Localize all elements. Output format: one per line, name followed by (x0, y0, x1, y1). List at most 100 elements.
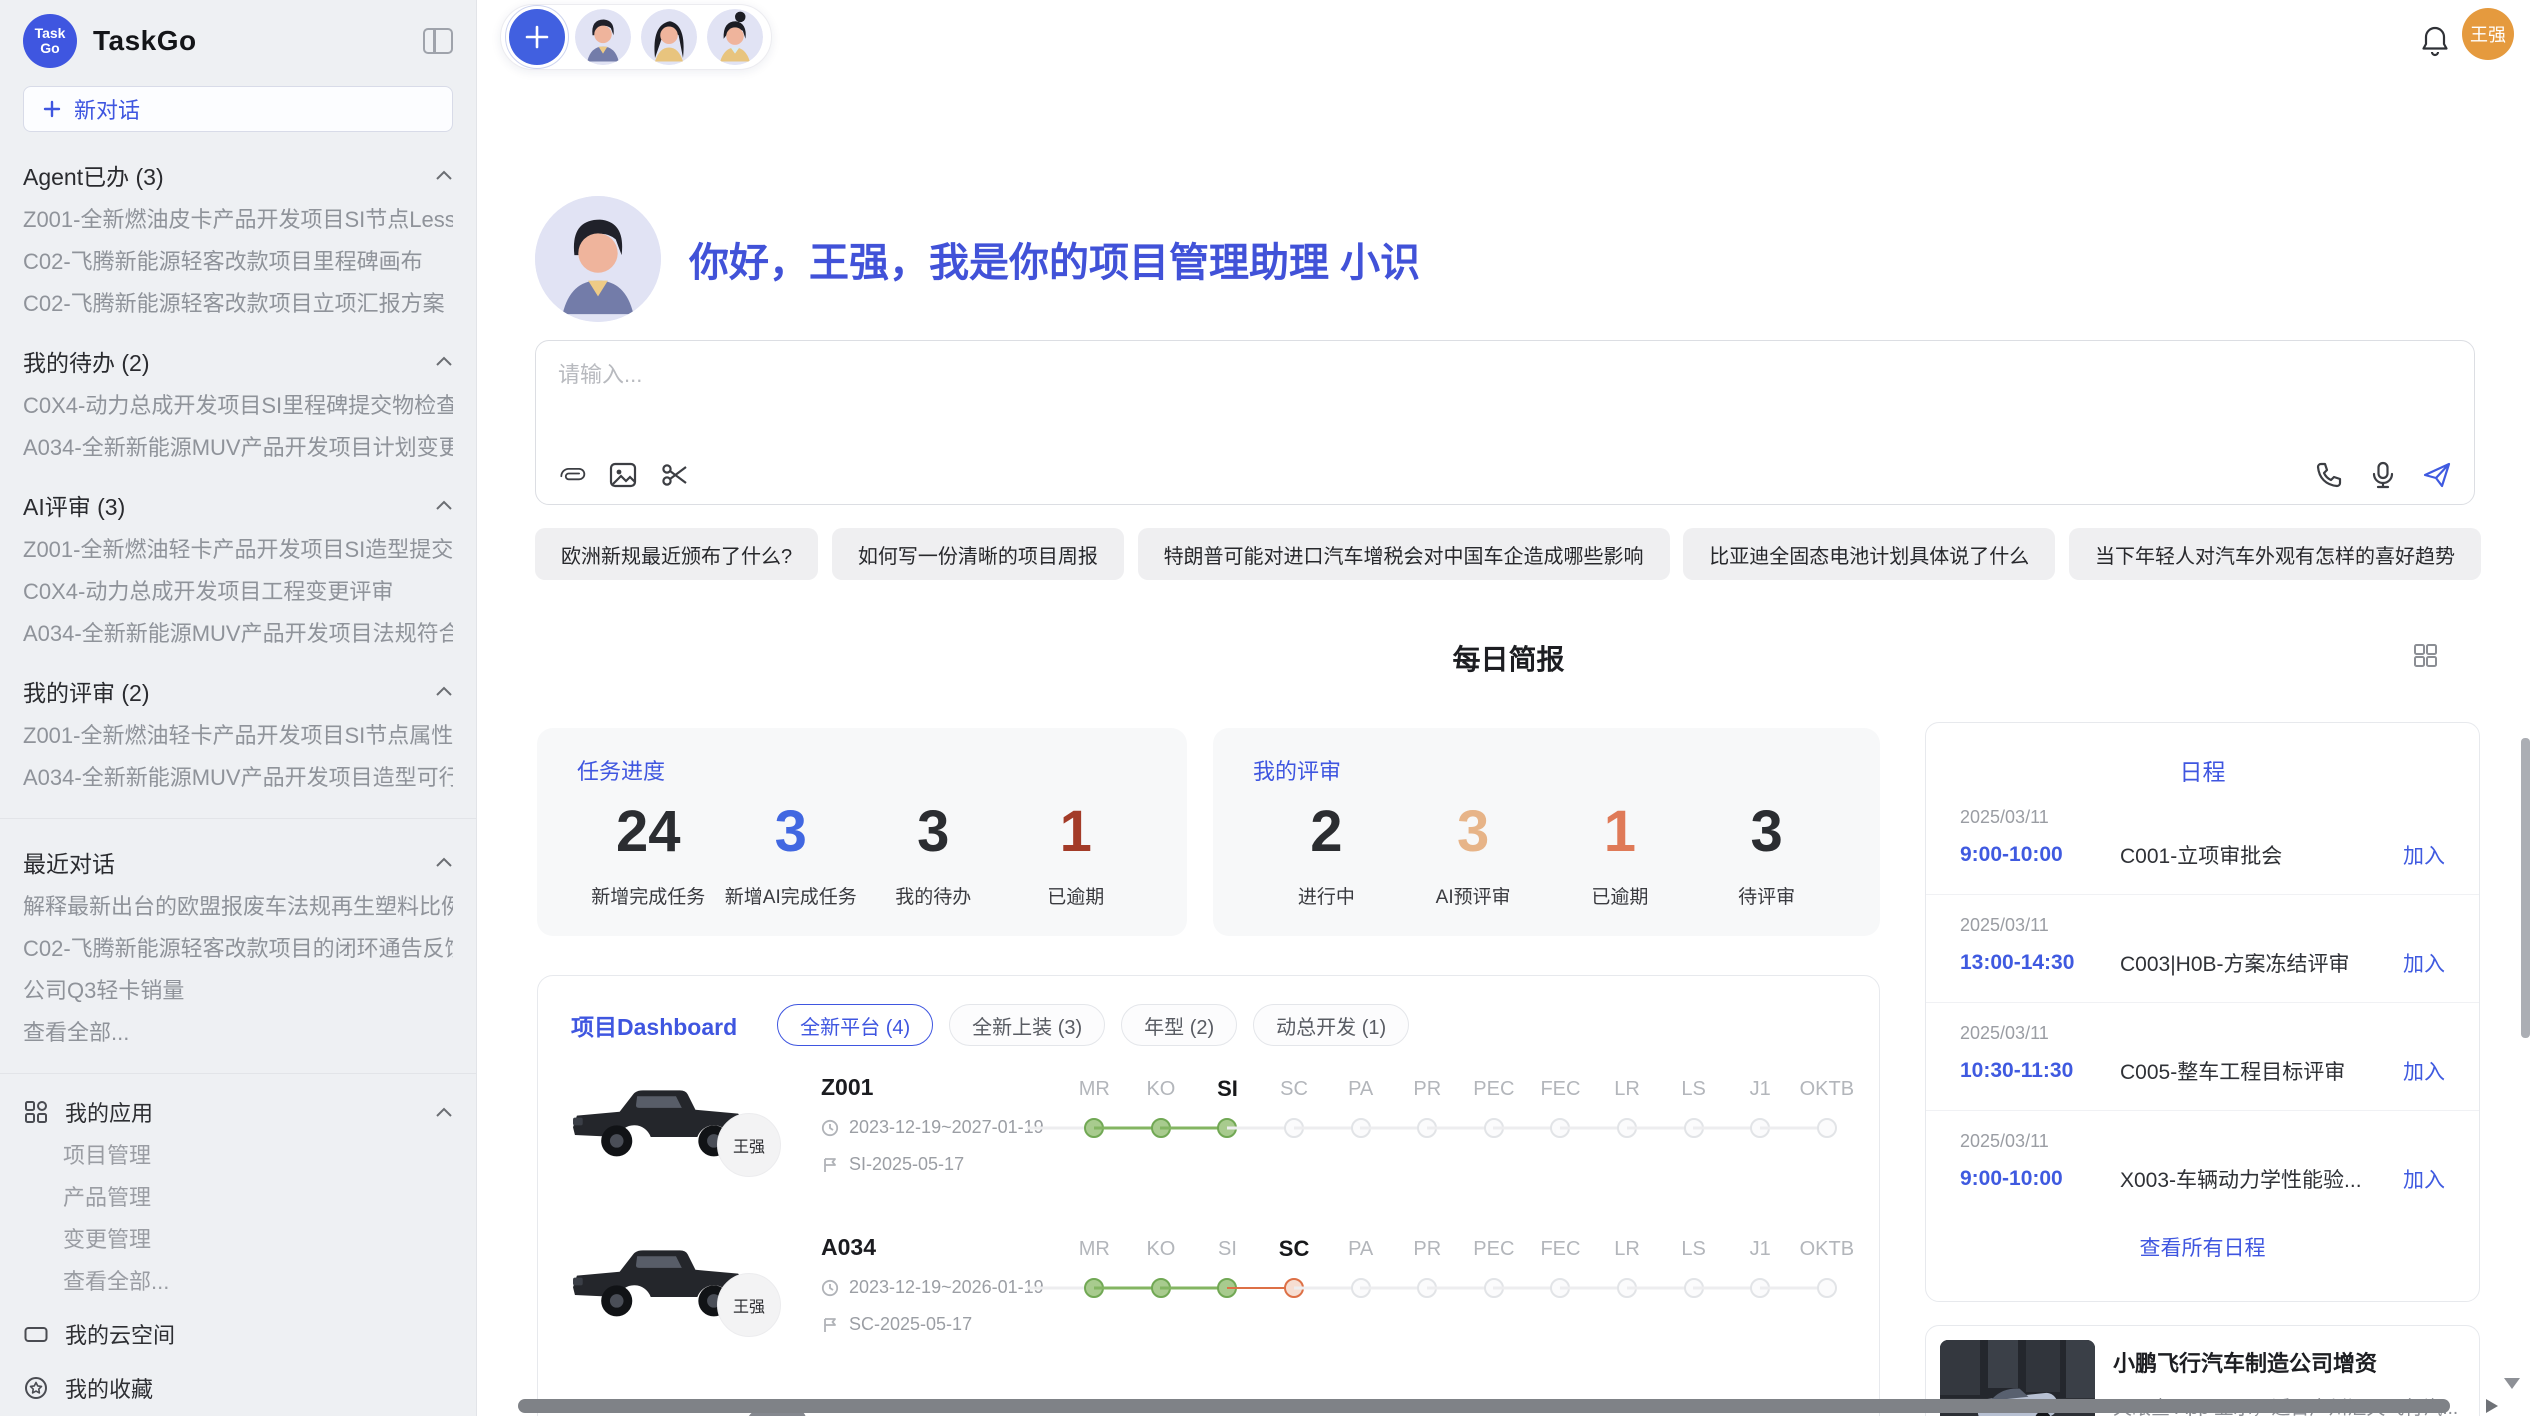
assistant-switcher (500, 4, 772, 70)
suggestion-chip[interactable]: 比亚迪全固态电池计划具体说了什么 (1683, 528, 2055, 580)
schedule-event: 2025/03/11 9:00-10:00 C001-立项审批会 加入 (1926, 787, 2479, 894)
user-avatar[interactable]: 王强 (2462, 8, 2514, 60)
schedule-event: 2025/03/11 10:30-11:30 C005-整车工程目标评审 加入 (1926, 1002, 2479, 1110)
project-dates: 2023-12-19~2026-01-19 (821, 1277, 1044, 1298)
task-progress-card: 任务进度 24 新增完成任务 3 新增AI完成任务 3 我的待办 (537, 728, 1187, 936)
event-join-link[interactable]: 加入 (2403, 1056, 2445, 1086)
divider (0, 1073, 476, 1074)
vertical-scrollbar-thumb[interactable] (2521, 738, 2530, 1038)
assistant-avatar-2[interactable] (641, 9, 697, 65)
milestone: PEC (1461, 1074, 1528, 1152)
section-label: 我的待办 (2) (23, 344, 150, 378)
app-link[interactable]: 变更管理 (63, 1226, 453, 1254)
stat-value: 3 (1400, 796, 1547, 868)
avatar-woman-bun-icon (707, 9, 763, 65)
section-label: 最近对话 (23, 845, 115, 879)
event-join-link[interactable]: 加入 (2403, 840, 2445, 870)
sidebar-item-my-apps[interactable]: 我的应用 (23, 1096, 453, 1128)
microphone-icon[interactable] (2368, 460, 2398, 490)
send-icon[interactable] (2422, 460, 2452, 490)
sidebar-item-favorites[interactable]: 我的收藏 (23, 1372, 453, 1404)
dashboard-tab[interactable]: 动总开发 (1) (1253, 1004, 1409, 1046)
milestone: OKTB (1794, 1234, 1861, 1312)
layout-grid-icon[interactable] (2412, 642, 2438, 668)
suggestion-chip[interactable]: 如何写一份清晰的项目周报 (832, 528, 1124, 580)
sidebar-section-header[interactable]: 最近对话 (23, 845, 453, 879)
milestone-label: J1 (1727, 1074, 1794, 1104)
plus-icon (523, 23, 551, 51)
milestone: SI (1194, 1234, 1261, 1312)
dashboard-tab[interactable]: 年型 (2) (1121, 1004, 1237, 1046)
sidebar-section-ai-review: AI评审 (3) Z001-全新燃油轻卡产品开发项目SI造型提交物评审 C0X4-… (23, 488, 453, 648)
milestone: PA (1327, 1234, 1394, 1312)
milestone-track (1794, 1104, 1861, 1152)
owner-name: 王强 (733, 1133, 765, 1157)
horizontal-scrollbar-thumb[interactable] (518, 1399, 2450, 1413)
suggestion-chip[interactable]: 欧洲新规最近颁布了什么? (535, 528, 818, 580)
stat-value: 3 (862, 796, 1005, 868)
sidebar-item-cloud-space[interactable]: 我的云空间 (23, 1318, 453, 1350)
milestone-label: PR (1394, 1074, 1461, 1104)
milestone-label: SC (1261, 1074, 1328, 1104)
assistant-avatar-1[interactable] (575, 9, 631, 65)
recent-view-all[interactable]: 查看全部... (23, 1019, 453, 1047)
flag-icon (821, 1316, 839, 1334)
chat-input[interactable] (556, 355, 2454, 451)
sidebar-item[interactable]: Z001-全新燃油皮卡产品开发项目SI节点Lesson Learn报告 (23, 206, 453, 234)
app-link[interactable]: 查看全部... (63, 1268, 453, 1296)
app-link[interactable]: 产品管理 (63, 1184, 453, 1212)
view-all-schedule-link[interactable]: 查看所有日程 (1926, 1232, 2479, 1262)
project-owner-avatar: 王强 (717, 1113, 781, 1177)
sidebar-item[interactable]: A034-全新新能源MUV产品开发项目造型可行性评审 (23, 764, 453, 792)
phone-icon[interactable] (2314, 460, 2344, 490)
milestone-label: OKTB (1794, 1074, 1861, 1104)
suggestion-chip[interactable]: 当下年轻人对汽车外观有怎样的喜好趋势 (2069, 528, 2481, 580)
card-title: 我的评审 (1253, 754, 1840, 786)
assistant-avatar-3[interactable] (707, 9, 763, 65)
sidebar-item[interactable]: Z001-全新燃油轻卡产品开发项目SI节点属性5D文件评审 (23, 722, 453, 750)
sidebar-item[interactable]: C02-飞腾新能源轻客改款项目立项汇报方案 (23, 290, 453, 318)
sidebar-section-header[interactable]: Agent已办 (3) (23, 158, 453, 192)
sidebar-section-header[interactable]: AI评审 (3) (23, 488, 453, 522)
sidebar-item[interactable]: A034-全新新能源MUV产品开发项目计划变更表编写 (23, 434, 453, 462)
sidebar-item[interactable]: A034-全新新能源MUV产品开发项目法规符合性评审 (23, 620, 453, 648)
chevron-up-icon (435, 499, 453, 511)
app-link[interactable]: 项目管理 (63, 1142, 453, 1170)
milestone-label: FEC (1527, 1234, 1594, 1264)
stat-value: 3 (720, 796, 863, 868)
scroll-right-arrow-icon[interactable] (2486, 1399, 2498, 1413)
scissors-icon[interactable] (660, 460, 690, 490)
sidebar-section-header[interactable]: 我的评审 (2) (23, 674, 453, 708)
dashboard-tab[interactable]: 全新平台 (4) (777, 1004, 933, 1046)
sidebar-section-agent-done: Agent已办 (3) Z001-全新燃油皮卡产品开发项目SI节点Lesson … (23, 158, 453, 318)
sidebar-collapse-icon[interactable] (423, 28, 453, 54)
event-join-link[interactable]: 加入 (2403, 948, 2445, 978)
suggestion-chip[interactable]: 特朗普可能对进口汽车增税会对中国车企造成哪些影响 (1138, 528, 1670, 580)
scroll-down-arrow-icon[interactable] (2504, 1378, 2520, 1389)
avatar-woman-icon (641, 9, 697, 65)
recent-chat-item[interactable]: 解释最新出台的欧盟报废车法规再生塑料比例被调至15%... (23, 893, 453, 921)
dashboard-tab[interactable]: 全新上装 (3) (949, 1004, 1105, 1046)
new-chat-button[interactable]: 新对话 (23, 86, 453, 132)
project-row[interactable]: 王强 A034 2023-12-19~2026-01-19 SC-2025-05… (538, 1226, 1879, 1386)
event-name: C003|H0B-方案冻结评审 (2120, 948, 2393, 978)
event-join-link[interactable]: 加入 (2403, 1164, 2445, 1194)
sidebar-item[interactable]: Z001-全新燃油轻卡产品开发项目SI造型提交物评审 (23, 536, 453, 564)
milestone: KO (1128, 1234, 1195, 1312)
greeting-text: 你好，王强，我是你的项目管理助理 小识 (689, 230, 1420, 288)
recent-chat-item[interactable]: C02-飞腾新能源轻客改款项目的闭环通告反馈情况 (23, 935, 453, 963)
notification-bell-icon[interactable] (2420, 24, 2450, 58)
sidebar-section-header[interactable]: 我的待办 (2) (23, 344, 453, 378)
sidebar-item[interactable]: C02-飞腾新能源轻客改款项目里程碑画布 (23, 248, 453, 276)
recent-chat-item[interactable]: 公司Q3轻卡销量 (23, 977, 453, 1005)
event-name: X003-车辆动力学性能验... (2120, 1164, 2393, 1194)
milestone-label: SI (1194, 1234, 1261, 1264)
add-assistant-button[interactable] (509, 9, 565, 65)
paperclip-icon[interactable] (556, 460, 586, 490)
stat-value: 24 (577, 796, 720, 868)
project-row[interactable]: 王强 Z001 2023-12-19~2027-01-19 SI-2025-05… (538, 1066, 1879, 1226)
sidebar-item[interactable]: C0X4-动力总成开发项目SI里程碑提交物检查 (23, 392, 453, 420)
schedule-event: 2025/03/11 9:00-10:00 X003-车辆动力学性能验... 加… (1926, 1110, 2479, 1218)
image-icon[interactable] (608, 460, 638, 490)
sidebar-item[interactable]: C0X4-动力总成开发项目工程变更评审 (23, 578, 453, 606)
